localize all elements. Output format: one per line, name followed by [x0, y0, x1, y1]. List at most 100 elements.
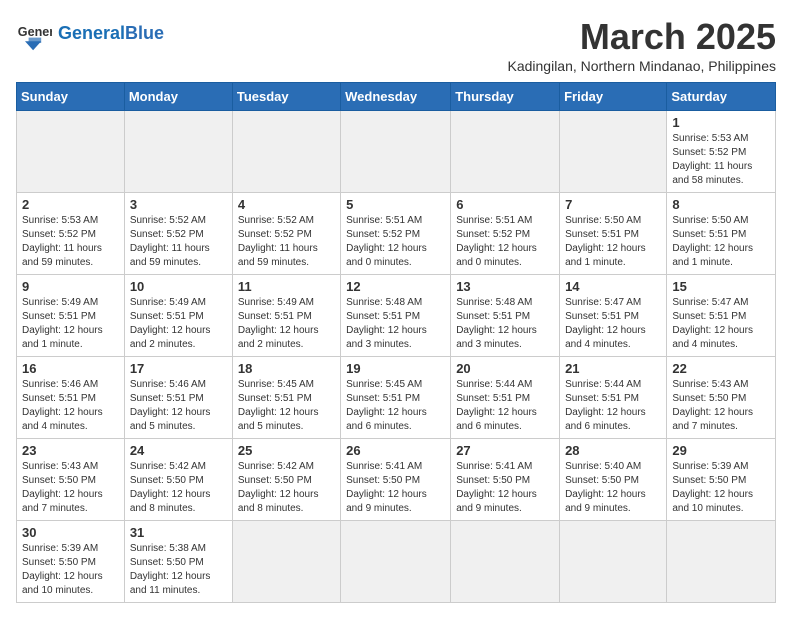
calendar-week-1: 1 Sunrise: 5:53 AM Sunset: 5:52 PM Daylig… [17, 111, 776, 193]
day-number: 4 [238, 197, 335, 212]
calendar: SundayMondayTuesdayWednesdayThursdayFrid… [16, 82, 776, 603]
weekday-header-tuesday: Tuesday [232, 83, 340, 111]
day-number: 18 [238, 361, 335, 376]
day-info: Sunrise: 5:49 AM Sunset: 5:51 PM Dayligh… [22, 296, 119, 352]
calendar-cell: 4Sunrise: 5:52 AM Sunset: 5:52 PM Daylig… [232, 193, 340, 275]
day-number: 17 [130, 361, 227, 376]
day-number: 1 [672, 115, 770, 130]
day-info: Sunrise: 5:53 AM Sunset: 5:52 PM Dayligh… [672, 132, 770, 188]
day-info: Sunrise: 5:51 AM Sunset: 5:52 PM Dayligh… [456, 214, 554, 270]
day-info: Sunrise: 5:49 AM Sunset: 5:51 PM Dayligh… [238, 296, 335, 352]
weekday-header-wednesday: Wednesday [341, 83, 451, 111]
day-number: 12 [346, 279, 445, 294]
calendar-cell [17, 111, 125, 193]
calendar-week-3: 9 Sunrise: 5:49 AM Sunset: 5:51 PM Daylig… [17, 275, 776, 357]
day-info: Sunrise: 5:47 AM Sunset: 5:51 PM Dayligh… [672, 296, 770, 352]
day-info: Sunrise: 5:43 AM Sunset: 5:50 PM Dayligh… [672, 378, 770, 434]
calendar-cell: 31 Sunrise: 5:38 AM Sunset: 5:50 PM Dayli… [124, 521, 232, 603]
day-info: Sunrise: 5:48 AM Sunset: 5:51 PM Dayligh… [456, 296, 554, 352]
day-number: 15 [672, 279, 770, 294]
day-number: 10 [130, 279, 227, 294]
day-info: Sunrise: 5:50 AM Sunset: 5:51 PM Dayligh… [565, 214, 661, 270]
day-info: Sunrise: 5:45 AM Sunset: 5:51 PM Dayligh… [346, 378, 445, 434]
day-info: Sunrise: 5:38 AM Sunset: 5:50 PM Dayligh… [130, 542, 227, 598]
calendar-cell: 20 Sunrise: 5:44 AM Sunset: 5:51 PM Dayli… [451, 357, 560, 439]
calendar-cell: 18Sunrise: 5:45 AM Sunset: 5:51 PM Dayli… [232, 357, 340, 439]
calendar-cell: 26Sunrise: 5:41 AM Sunset: 5:50 PM Dayli… [341, 439, 451, 521]
day-info: Sunrise: 5:39 AM Sunset: 5:50 PM Dayligh… [672, 460, 770, 516]
subtitle: Kadingilan, Northern Mindanao, Philippin… [507, 58, 776, 74]
day-info: Sunrise: 5:40 AM Sunset: 5:50 PM Dayligh… [565, 460, 661, 516]
calendar-cell: 11Sunrise: 5:49 AM Sunset: 5:51 PM Dayli… [232, 275, 340, 357]
weekday-header-monday: Monday [124, 83, 232, 111]
day-info: Sunrise: 5:41 AM Sunset: 5:50 PM Dayligh… [456, 460, 554, 516]
logo-icon: General [16, 16, 52, 52]
calendar-cell: 19Sunrise: 5:45 AM Sunset: 5:51 PM Dayli… [341, 357, 451, 439]
calendar-cell [232, 111, 340, 193]
calendar-cell: 9 Sunrise: 5:49 AM Sunset: 5:51 PM Daylig… [17, 275, 125, 357]
day-number: 2 [22, 197, 119, 212]
weekday-header-sunday: Sunday [17, 83, 125, 111]
day-number: 30 [22, 525, 119, 540]
day-info: Sunrise: 5:46 AM Sunset: 5:51 PM Dayligh… [130, 378, 227, 434]
calendar-cell: 14 Sunrise: 5:47 AM Sunset: 5:51 PM Dayli… [560, 275, 667, 357]
day-number: 6 [456, 197, 554, 212]
day-number: 22 [672, 361, 770, 376]
logo-text: GeneralBlue [58, 24, 164, 44]
day-info: Sunrise: 5:42 AM Sunset: 5:50 PM Dayligh… [130, 460, 227, 516]
day-info: Sunrise: 5:41 AM Sunset: 5:50 PM Dayligh… [346, 460, 445, 516]
day-number: 8 [672, 197, 770, 212]
day-info: Sunrise: 5:44 AM Sunset: 5:51 PM Dayligh… [456, 378, 554, 434]
calendar-cell: 29Sunrise: 5:39 AM Sunset: 5:50 PM Dayli… [667, 439, 776, 521]
calendar-cell [560, 521, 667, 603]
calendar-cell: 28 Sunrise: 5:40 AM Sunset: 5:50 PM Dayli… [560, 439, 667, 521]
calendar-cell: 7Sunrise: 5:50 AM Sunset: 5:51 PM Daylig… [560, 193, 667, 275]
calendar-cell: 10 Sunrise: 5:49 AM Sunset: 5:51 PM Dayli… [124, 275, 232, 357]
day-info: Sunrise: 5:44 AM Sunset: 5:51 PM Dayligh… [565, 378, 661, 434]
day-number: 9 [22, 279, 119, 294]
calendar-week-2: 2Sunrise: 5:53 AM Sunset: 5:52 PM Daylig… [17, 193, 776, 275]
day-info: Sunrise: 5:50 AM Sunset: 5:51 PM Dayligh… [672, 214, 770, 270]
day-info: Sunrise: 5:39 AM Sunset: 5:50 PM Dayligh… [22, 542, 119, 598]
month-title: March 2025 [507, 16, 776, 58]
calendar-cell: 16 Sunrise: 5:46 AM Sunset: 5:51 PM Dayli… [17, 357, 125, 439]
calendar-cell [451, 521, 560, 603]
day-number: 5 [346, 197, 445, 212]
weekday-header-friday: Friday [560, 83, 667, 111]
day-number: 31 [130, 525, 227, 540]
header: General GeneralBlue March 2025 Kadingila… [16, 16, 776, 74]
day-number: 23 [22, 443, 119, 458]
day-number: 20 [456, 361, 554, 376]
day-info: Sunrise: 5:46 AM Sunset: 5:51 PM Dayligh… [22, 378, 119, 434]
day-number: 14 [565, 279, 661, 294]
calendar-cell: 27 Sunrise: 5:41 AM Sunset: 5:50 PM Dayli… [451, 439, 560, 521]
title-area: March 2025 Kadingilan, Northern Mindanao… [507, 16, 776, 74]
calendar-cell: 21Sunrise: 5:44 AM Sunset: 5:51 PM Dayli… [560, 357, 667, 439]
weekday-header-thursday: Thursday [451, 83, 560, 111]
svg-text:General: General [18, 25, 52, 39]
calendar-cell: 22 Sunrise: 5:43 AM Sunset: 5:50 PM Dayli… [667, 357, 776, 439]
day-info: Sunrise: 5:47 AM Sunset: 5:51 PM Dayligh… [565, 296, 661, 352]
calendar-cell [124, 111, 232, 193]
calendar-cell [341, 111, 451, 193]
calendar-cell: 17 Sunrise: 5:46 AM Sunset: 5:51 PM Dayli… [124, 357, 232, 439]
calendar-week-5: 23 Sunrise: 5:43 AM Sunset: 5:50 PM Dayli… [17, 439, 776, 521]
calendar-cell: 6 Sunrise: 5:51 AM Sunset: 5:52 PM Daylig… [451, 193, 560, 275]
calendar-cell: 1 Sunrise: 5:53 AM Sunset: 5:52 PM Daylig… [667, 111, 776, 193]
calendar-cell [451, 111, 560, 193]
logo: General GeneralBlue [16, 16, 164, 52]
day-number: 27 [456, 443, 554, 458]
day-info: Sunrise: 5:49 AM Sunset: 5:51 PM Dayligh… [130, 296, 227, 352]
calendar-cell: 13Sunrise: 5:48 AM Sunset: 5:51 PM Dayli… [451, 275, 560, 357]
calendar-cell: 5Sunrise: 5:51 AM Sunset: 5:52 PM Daylig… [341, 193, 451, 275]
calendar-cell [667, 521, 776, 603]
day-info: Sunrise: 5:43 AM Sunset: 5:50 PM Dayligh… [22, 460, 119, 516]
day-number: 16 [22, 361, 119, 376]
calendar-cell: 24Sunrise: 5:42 AM Sunset: 5:50 PM Dayli… [124, 439, 232, 521]
calendar-cell: 15 Sunrise: 5:47 AM Sunset: 5:51 PM Dayli… [667, 275, 776, 357]
day-number: 25 [238, 443, 335, 458]
day-info: Sunrise: 5:42 AM Sunset: 5:50 PM Dayligh… [238, 460, 335, 516]
calendar-cell [560, 111, 667, 193]
calendar-cell: 3Sunrise: 5:52 AM Sunset: 5:52 PM Daylig… [124, 193, 232, 275]
day-number: 28 [565, 443, 661, 458]
